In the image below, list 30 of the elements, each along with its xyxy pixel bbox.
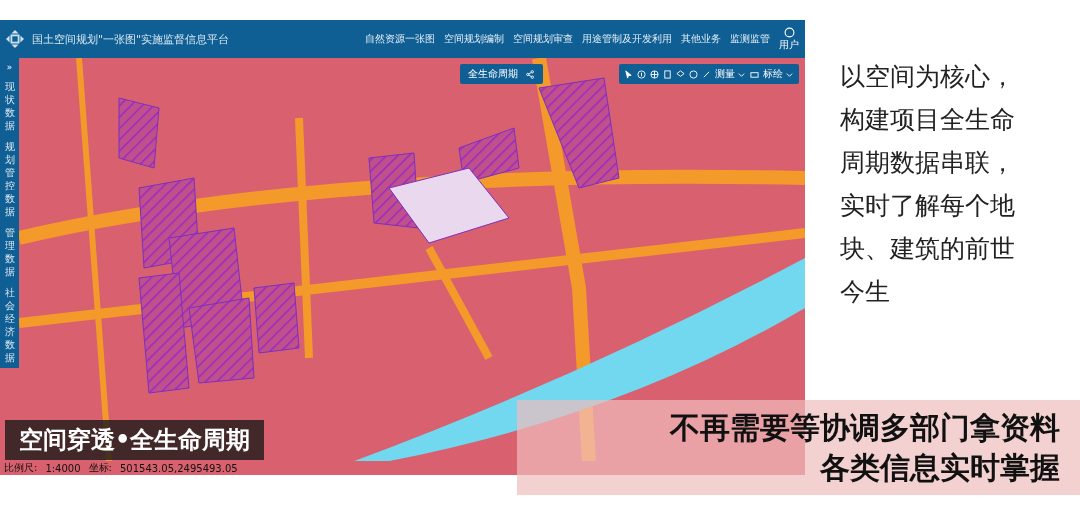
sidebar-item[interactable]: 管理数据 (4, 226, 15, 278)
lifecycle-button[interactable]: 全生命周期 (468, 67, 518, 81)
expand-toggle[interactable]: » (6, 62, 13, 72)
sidebar-item[interactable]: 规划管控数据 (4, 140, 15, 218)
share-icon[interactable] (526, 69, 535, 79)
nav-link[interactable]: 空间规划审查 (513, 32, 573, 46)
info-icon[interactable] (637, 69, 646, 79)
nav-link[interactable]: 用途管制及开发利用 (582, 32, 672, 46)
measure-dropdown[interactable]: 测量 (715, 67, 746, 81)
scale-label: 比例尺: (4, 461, 38, 475)
scale-value: 1:4000 (45, 462, 81, 474)
plot-dropdown[interactable]: 标绘 (763, 67, 794, 81)
rectangle-icon[interactable] (750, 69, 759, 79)
coordinate-label: 坐标: (88, 461, 112, 475)
nav-link[interactable]: 空间规划编制 (444, 32, 504, 46)
caption-line: 不再需要等协调多部门拿资料 (670, 408, 1060, 447)
sidebar-item[interactable]: 现状数据 (4, 80, 15, 132)
user-icon (783, 26, 795, 38)
nav-link[interactable]: 其他业务 (681, 32, 721, 46)
nav-link[interactable]: 监测监管 (730, 32, 770, 46)
nav-link[interactable]: 自然资源一张图 (365, 32, 435, 46)
coordinate-value: 501543.05,2495493.05 (119, 462, 238, 474)
sidebar-item[interactable]: 社会经济数据 (4, 286, 15, 364)
logo-icon (6, 30, 24, 48)
pointer-icon[interactable] (624, 69, 633, 79)
user-menu[interactable]: 用户 (779, 26, 799, 52)
caption-line: 各类信息实时掌握 (820, 448, 1060, 487)
side-description: 以空间为核心，构建项目全生命周期数据串联，实时了解每个地块、建筑的前世今生 (840, 61, 1016, 308)
caption-left: 空间穿透•全生命周期 (5, 420, 265, 460)
app-title: 国土空间规划"一张图"实施监督信息平台 (32, 31, 230, 47)
